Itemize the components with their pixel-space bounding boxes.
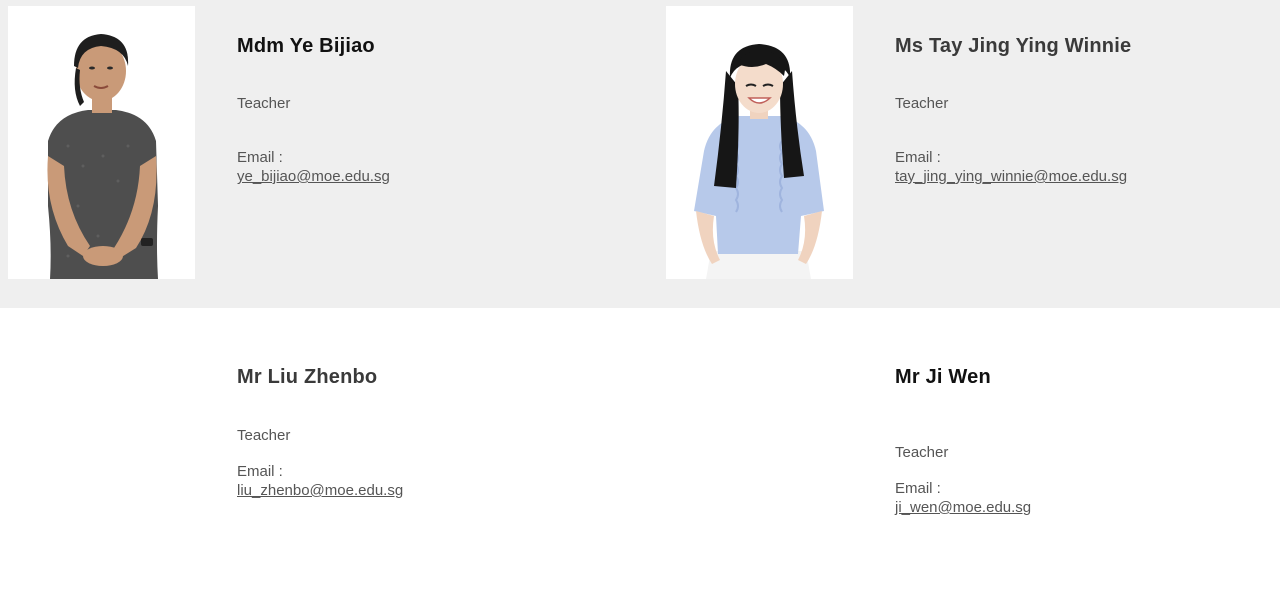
staff-role: Teacher: [237, 95, 291, 112]
staff-role: Teacher: [237, 427, 291, 444]
email-link[interactable]: ji_wen@moe.edu.sg: [895, 499, 1031, 516]
email-link[interactable]: tay_jing_ying_winnie@moe.edu.sg: [895, 168, 1127, 185]
email-link[interactable]: ye_bijiao@moe.edu.sg: [237, 168, 390, 185]
email-label: Email :: [895, 149, 941, 166]
staff-card-info: Mdm Ye Bijiao Teacher Email : ye_bijiao@…: [237, 0, 637, 300]
staff-name: Mdm Ye Bijiao: [237, 35, 375, 57]
staff-card-info: Mr Ji Wen Teacher Email : ji_wen@moe.edu…: [895, 308, 1275, 578]
staff-card-info: Ms Tay Jing Ying Winnie Teacher Email : …: [895, 0, 1275, 300]
email-link[interactable]: liu_zhenbo@moe.edu.sg: [237, 482, 403, 499]
email-label: Email :: [895, 480, 941, 497]
staff-photo-ye-bijiao: [8, 6, 195, 279]
staff-role: Teacher: [895, 95, 949, 112]
staff-name: Mr Ji Wen: [895, 366, 991, 388]
staff-row-bottom: Mr Liu Zhenbo Teacher Email : liu_zhenbo…: [0, 308, 1280, 590]
staff-name: Mr Liu Zhenbo: [237, 366, 378, 388]
staff-role: Teacher: [895, 444, 949, 461]
staff-row-top: Mdm Ye Bijiao Teacher Email : ye_bijiao@…: [0, 0, 1280, 308]
staff-card-info: Mr Liu Zhenbo Teacher Email : liu_zhenbo…: [237, 308, 637, 578]
email-label: Email :: [237, 149, 283, 166]
email-label: Email :: [237, 463, 283, 480]
staff-name: Ms Tay Jing Ying Winnie: [895, 35, 1132, 57]
staff-photo-tay-jing-ying-winnie: [666, 6, 853, 279]
